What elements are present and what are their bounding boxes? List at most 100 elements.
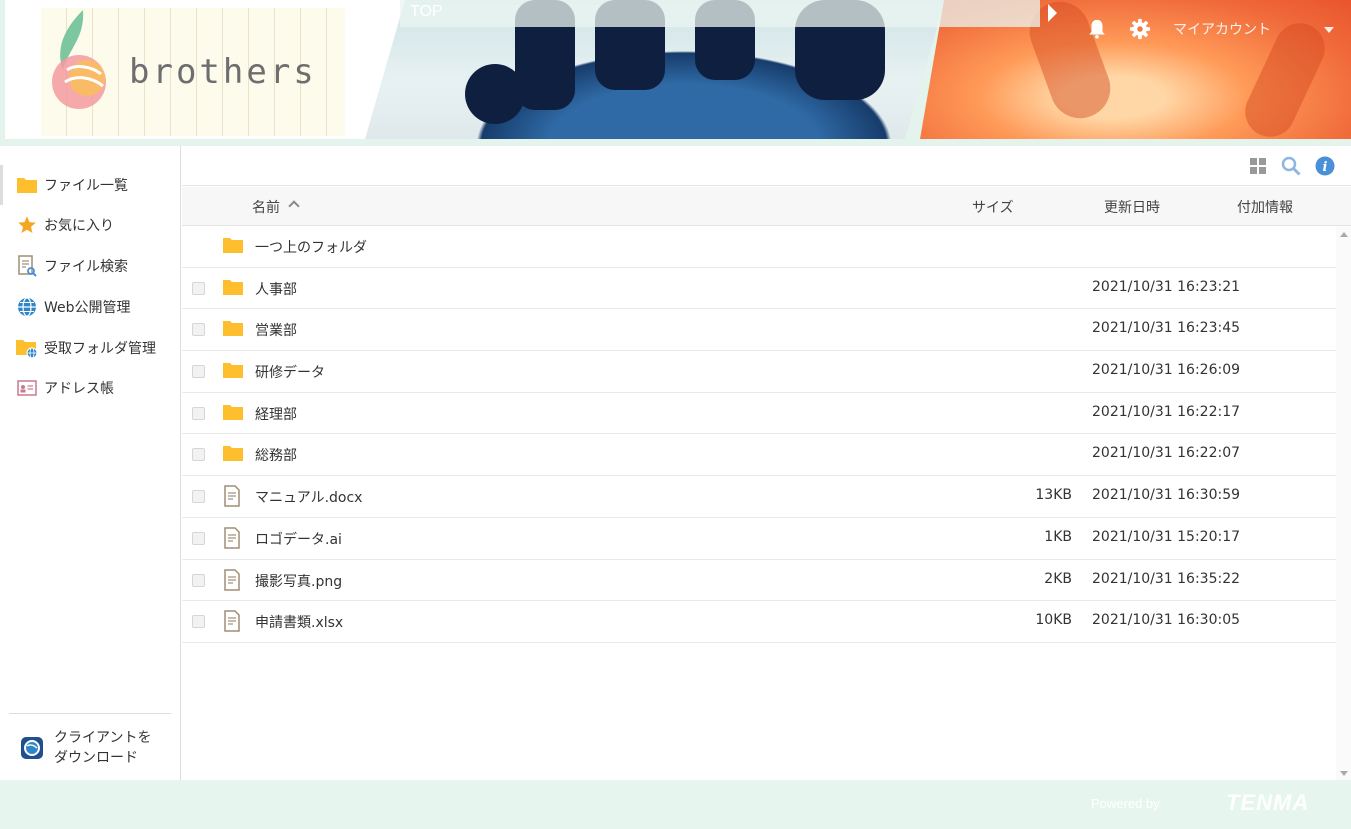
footer: Powered by TENMA — [0, 780, 1351, 829]
chevron-down-icon[interactable] — [1324, 27, 1334, 33]
row-size: 1KB — [1044, 528, 1072, 545]
row-size: 10KB — [1035, 612, 1072, 629]
client-download-button[interactable]: クライアントを ダウンロード — [20, 726, 170, 770]
sidebar-item-label: ファイル一覧 — [44, 178, 128, 194]
row-checkbox[interactable] — [192, 573, 205, 587]
file-icon — [222, 610, 244, 632]
row-modified-date: 2021/10/31 15:20:17 — [1092, 528, 1241, 545]
breadcrumb-arrow-icon[interactable] — [1048, 4, 1057, 22]
row-checkbox[interactable] — [192, 406, 205, 420]
folder-icon — [222, 402, 244, 424]
row-modified-date: 2021/10/31 16:30:05 — [1092, 612, 1241, 629]
breadcrumb[interactable]: TOP — [400, 0, 1040, 27]
table-row[interactable]: 撮影写真.png 2KB 2021/10/31 16:35:22 — [182, 560, 1336, 602]
row-size: 13KB — [1035, 487, 1072, 504]
row-checkbox[interactable] — [192, 448, 205, 462]
table-row[interactable]: 総務部 2021/10/31 16:22:07 — [182, 434, 1336, 477]
file-icon — [222, 485, 244, 507]
scrollbar[interactable] — [1336, 226, 1351, 780]
row-modified-date: 2021/10/31 16:22:17 — [1092, 403, 1241, 420]
vendor-logo: TENMA — [1226, 790, 1310, 815]
sidebar-item-label: ファイル検索 — [44, 259, 128, 275]
row-checkbox[interactable] — [192, 615, 205, 629]
sidebar-item-file-list[interactable]: ファイル一覧 — [0, 165, 180, 205]
sidebar-item-label: 受取フォルダ管理 — [44, 341, 156, 357]
sidebar-item-label: アドレス帳 — [44, 381, 114, 397]
row-modified-date: 2021/10/31 16:26:09 — [1092, 362, 1241, 379]
row-name[interactable]: 研修データ — [255, 362, 325, 382]
row-checkbox[interactable] — [192, 281, 205, 295]
grid-view-icon[interactable] — [1248, 156, 1268, 176]
info-icon[interactable]: i — [1315, 156, 1335, 176]
brand-logo-icon — [52, 10, 106, 109]
row-size: 2KB — [1044, 570, 1072, 587]
folder-icon — [222, 318, 244, 340]
table-row[interactable]: ロゴデータ.ai 1KB 2021/10/31 15:20:17 — [182, 518, 1336, 560]
sidebar-item-web-publish[interactable]: Web公開管理 — [0, 287, 180, 327]
folder-icon — [222, 235, 244, 257]
row-checkbox[interactable] — [192, 365, 205, 379]
file-rows: 一つ上のフォルダ 人事部 2021/10/31 16:23:21 営業部 2021/10… — [182, 226, 1336, 643]
row-checkbox[interactable] — [192, 490, 205, 504]
column-header: 名前 サイズ 更新日時 付加情報 — [182, 187, 1351, 226]
row-modified-date: 2021/10/31 16:23:45 — [1092, 320, 1241, 337]
file-search-icon — [16, 255, 38, 277]
column-size-header[interactable]: サイズ — [972, 197, 1014, 217]
my-account-menu[interactable]: マイアカウント — [1173, 19, 1271, 39]
table-row[interactable]: 研修データ 2021/10/31 16:26:09 — [182, 351, 1336, 393]
file-icon — [222, 568, 244, 591]
sidebar: ファイル一覧 お気に入り ファイル検索 Web公開管理 受取フォルダ管理 アドレ… — [0, 146, 181, 780]
parent-folder-row[interactable]: 一つ上のフォルダ — [182, 226, 1336, 268]
file-list-panel: i 名前 サイズ 更新日時 付加情報 一つ上のフォルダ 人事部 2021/10/31… — [182, 146, 1351, 780]
gear-icon[interactable] — [1129, 18, 1151, 40]
file-icon — [222, 527, 244, 549]
row-name[interactable]: 一つ上のフォルダ — [255, 237, 367, 257]
scroll-down-icon[interactable] — [1340, 771, 1348, 776]
table-row[interactable]: マニュアル.docx 13KB 2021/10/31 16:30:59 — [182, 476, 1336, 518]
brand-area: brothers — [5, 0, 425, 139]
row-name[interactable]: 営業部 — [255, 320, 297, 340]
search-icon[interactable] — [1281, 156, 1301, 176]
client-download-icon — [21, 737, 43, 759]
row-name[interactable]: 総務部 — [255, 445, 297, 465]
column-name-header[interactable]: 名前 — [252, 197, 280, 217]
row-name[interactable]: 撮影写真.png — [255, 571, 342, 591]
row-name[interactable]: マニュアル.docx — [255, 487, 362, 507]
client-download-line1: クライアントを — [54, 730, 152, 746]
powered-by-text: Powered by — [1091, 796, 1160, 811]
sort-ascending-icon[interactable] — [288, 200, 300, 212]
row-name[interactable]: 人事部 — [255, 279, 297, 299]
sidebar-item-address-book[interactable]: アドレス帳 — [0, 368, 180, 408]
scroll-up-icon[interactable] — [1340, 232, 1348, 237]
row-modified-date: 2021/10/31 16:35:22 — [1092, 570, 1241, 587]
globe-icon — [16, 296, 38, 318]
row-checkbox[interactable] — [192, 531, 205, 545]
table-row[interactable]: 人事部 2021/10/31 16:23:21 — [182, 268, 1336, 310]
breadcrumb-top[interactable]: TOP — [410, 3, 443, 21]
table-row[interactable]: 申請書類.xlsx 10KB 2021/10/31 16:30:05 — [182, 601, 1336, 643]
row-name[interactable]: 申請書類.xlsx — [255, 612, 343, 632]
folder-icon — [222, 360, 244, 382]
header-banner: brothers TOP マイアカウント — [0, 0, 1351, 146]
star-icon — [16, 214, 38, 236]
toolbar: i — [182, 146, 1351, 186]
address-book-icon — [16, 377, 38, 399]
row-modified-date: 2021/10/31 16:30:59 — [1092, 487, 1241, 504]
table-row[interactable]: 経理部 2021/10/31 16:22:17 — [182, 393, 1336, 435]
sidebar-item-receive-folder[interactable]: 受取フォルダ管理 — [0, 328, 180, 368]
row-name[interactable]: 経理部 — [255, 404, 297, 424]
brand-name: brothers — [129, 52, 317, 92]
client-download-label: クライアントを ダウンロード — [54, 728, 151, 768]
bell-icon[interactable] — [1086, 18, 1108, 40]
sidebar-item-file-search[interactable]: ファイル検索 — [0, 246, 180, 286]
column-extra-header[interactable]: 付加情報 — [1237, 197, 1293, 217]
column-modified-header[interactable]: 更新日時 — [1104, 197, 1160, 217]
sidebar-item-favorites[interactable]: お気に入り — [0, 205, 180, 245]
row-modified-date: 2021/10/31 16:23:21 — [1092, 278, 1241, 295]
row-checkbox[interactable] — [192, 323, 205, 337]
receive-folder-icon — [16, 337, 38, 359]
row-name[interactable]: ロゴデータ.ai — [255, 529, 342, 549]
table-row[interactable]: 営業部 2021/10/31 16:23:45 — [182, 309, 1336, 352]
client-download-line2: ダウンロード — [54, 750, 138, 766]
row-modified-date: 2021/10/31 16:22:07 — [1092, 445, 1241, 462]
